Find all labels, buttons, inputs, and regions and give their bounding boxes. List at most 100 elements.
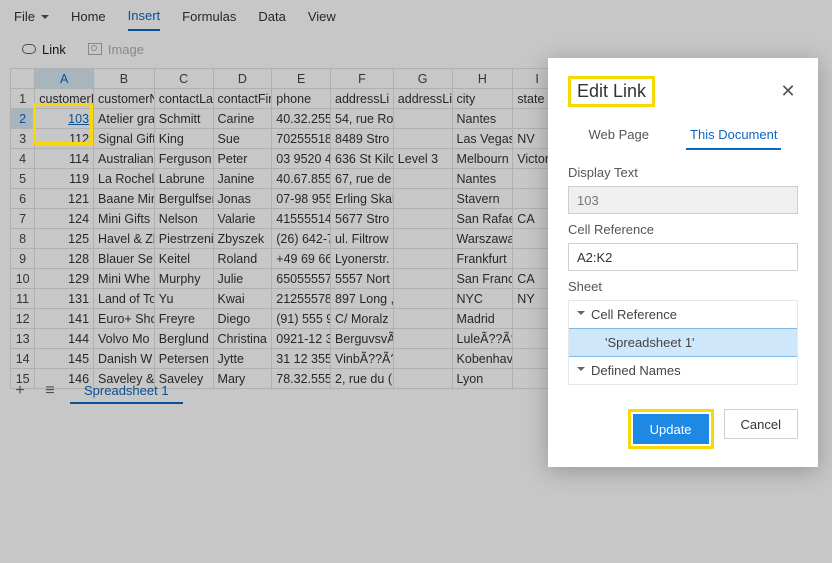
cell[interactable]: 21255578 <box>272 289 331 309</box>
cell[interactable]: 103 <box>35 109 94 129</box>
cell[interactable]: Berglund <box>154 329 213 349</box>
cell[interactable]: Janine <box>213 169 272 189</box>
cell[interactable]: 129 <box>35 269 94 289</box>
cell[interactable] <box>393 349 452 369</box>
cell[interactable]: Havel & Zl <box>94 229 155 249</box>
cell[interactable]: Melbourn <box>452 149 513 169</box>
ribbon-data[interactable]: Data <box>258 9 285 30</box>
add-sheet-button[interactable]: + <box>10 382 30 400</box>
row-head-2[interactable]: 2 <box>11 109 35 129</box>
col-head-C[interactable]: C <box>154 69 213 89</box>
ribbon-insert[interactable]: Insert <box>128 8 161 31</box>
cell[interactable]: Nantes <box>452 109 513 129</box>
cell[interactable]: 8489 Stro <box>331 129 394 149</box>
cell[interactable]: King <box>154 129 213 149</box>
header-cell[interactable]: phone <box>272 89 331 109</box>
cell[interactable]: Euro+ Sho <box>94 309 155 329</box>
cell[interactable] <box>393 369 452 389</box>
cell[interactable]: 54, rue Ro <box>331 109 394 129</box>
cell[interactable]: 31 12 355 <box>272 349 331 369</box>
col-head-G[interactable]: G <box>393 69 452 89</box>
cell[interactable]: 2, rue du ( <box>331 369 394 389</box>
cell[interactable]: Kobenhav <box>452 349 513 369</box>
col-head-A[interactable]: A <box>35 69 94 89</box>
cell[interactable]: Level 3 <box>393 149 452 169</box>
row-head-11[interactable]: 11 <box>11 289 35 309</box>
ribbon-file[interactable]: File <box>14 9 49 30</box>
row-head-5[interactable]: 5 <box>11 169 35 189</box>
row-head-1[interactable]: 1 <box>11 89 35 109</box>
cell[interactable] <box>393 249 452 269</box>
cell[interactable] <box>393 329 452 349</box>
cell[interactable]: Kwai <box>213 289 272 309</box>
cell[interactable]: Land of To <box>94 289 155 309</box>
cell[interactable]: 141 <box>35 309 94 329</box>
header-cell[interactable]: contactLa <box>154 89 213 109</box>
row-head-12[interactable]: 12 <box>11 309 35 329</box>
cell[interactable] <box>393 309 452 329</box>
cell[interactable]: 144 <box>35 329 94 349</box>
cell[interactable]: Frankfurt <box>452 249 513 269</box>
tab-web-page[interactable]: Web Page <box>585 121 653 150</box>
cell[interactable]: 40.67.855 <box>272 169 331 189</box>
cell[interactable]: Murphy <box>154 269 213 289</box>
cell[interactable]: Valarie <box>213 209 272 229</box>
cell[interactable]: C/ Moralz <box>331 309 394 329</box>
cell[interactable]: Carine <box>213 109 272 129</box>
close-icon[interactable]: ✕ <box>778 81 798 102</box>
cell[interactable]: Roland <box>213 249 272 269</box>
row-head-10[interactable]: 10 <box>11 269 35 289</box>
cell[interactable]: Petersen <box>154 349 213 369</box>
cell[interactable]: Christina <box>213 329 272 349</box>
row-head-4[interactable]: 4 <box>11 149 35 169</box>
cell[interactable] <box>393 209 452 229</box>
cell-reference-input[interactable] <box>568 243 798 271</box>
ribbon-home[interactable]: Home <box>71 9 106 30</box>
col-head-F[interactable]: F <box>331 69 394 89</box>
col-head-D[interactable]: D <box>213 69 272 89</box>
cell[interactable]: 897 Long , <box>331 289 394 309</box>
cell[interactable]: (26) 642-7 <box>272 229 331 249</box>
cell[interactable]: La Rochell <box>94 169 155 189</box>
cell[interactable]: 40.32.255 <box>272 109 331 129</box>
cell[interactable]: ul. Filtrow <box>331 229 394 249</box>
row-head-13[interactable]: 13 <box>11 329 35 349</box>
cell[interactable]: LuleÃ??Ã? <box>452 329 513 349</box>
cell[interactable]: 0921-12 3 <box>272 329 331 349</box>
cell[interactable]: Mini Gifts <box>94 209 155 229</box>
cell[interactable]: Erling Skal <box>331 189 394 209</box>
cell[interactable]: Lyon <box>452 369 513 389</box>
header-cell[interactable]: addressLi <box>393 89 452 109</box>
col-head-E[interactable]: E <box>272 69 331 89</box>
cell[interactable]: Sue <box>213 129 272 149</box>
cell[interactable]: Zbyszek <box>213 229 272 249</box>
cell[interactable]: Atelier gra <box>94 109 155 129</box>
tab-this-document[interactable]: This Document <box>686 121 781 150</box>
cell[interactable]: Blauer Se <box>94 249 155 269</box>
cell[interactable]: Julie <box>213 269 272 289</box>
cell[interactable]: Stavern <box>452 189 513 209</box>
cell[interactable]: Keitel <box>154 249 213 269</box>
cell[interactable]: Jytte <box>213 349 272 369</box>
header-cell[interactable]: customerN <box>94 89 155 109</box>
cell[interactable]: Las Vegas <box>452 129 513 149</box>
update-button[interactable]: Update <box>633 414 709 444</box>
cell[interactable]: Baane Min <box>94 189 155 209</box>
ribbon-formulas[interactable]: Formulas <box>182 9 236 30</box>
cell[interactable] <box>393 289 452 309</box>
cell[interactable]: Labrune <box>154 169 213 189</box>
cell[interactable] <box>393 229 452 249</box>
insert-link-button[interactable]: Link <box>22 42 66 57</box>
header-cell[interactable]: customerI <box>35 89 94 109</box>
cell[interactable]: San Franci <box>452 269 513 289</box>
row-head-14[interactable]: 14 <box>11 349 35 369</box>
cell[interactable]: Australian <box>94 149 155 169</box>
sheet-tab[interactable]: Spreadsheet 1 <box>70 379 183 404</box>
cell[interactable]: Danish W <box>94 349 155 369</box>
cell[interactable]: Lyonerstr. <box>331 249 394 269</box>
cell[interactable]: 03 9520 4 <box>272 149 331 169</box>
cell[interactable]: 07-98 955 <box>272 189 331 209</box>
cell[interactable]: 121 <box>35 189 94 209</box>
cell[interactable]: Nelson <box>154 209 213 229</box>
cell[interactable]: BerguvsvÃ <box>331 329 394 349</box>
